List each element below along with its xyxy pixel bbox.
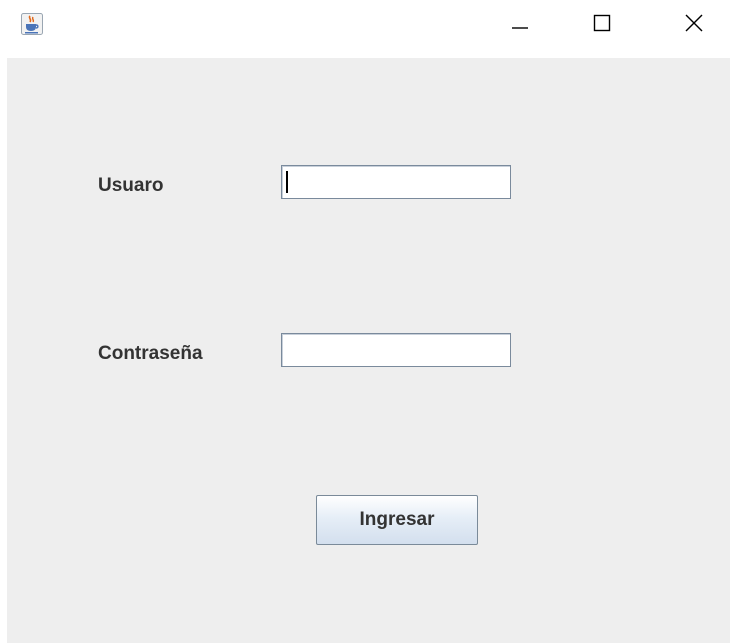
user-label: Usuaro [98, 175, 164, 196]
minimize-icon [510, 13, 530, 38]
maximize-icon [592, 13, 612, 38]
submit-button[interactable]: Ingresar [316, 495, 478, 545]
java-cup-icon [20, 12, 44, 36]
login-panel: Usuaro Contraseña Ingresar [7, 58, 730, 643]
title-bar[interactable] [0, 0, 730, 58]
close-button[interactable] [664, 0, 724, 50]
login-window: Usuaro Contraseña Ingresar [0, 0, 730, 643]
password-input[interactable] [281, 333, 511, 367]
text-caret [286, 171, 288, 193]
password-label: Contraseña [98, 343, 203, 364]
close-icon [684, 13, 704, 38]
user-input[interactable] [281, 165, 511, 199]
minimize-button[interactable] [490, 0, 550, 50]
maximize-button[interactable] [572, 0, 632, 50]
